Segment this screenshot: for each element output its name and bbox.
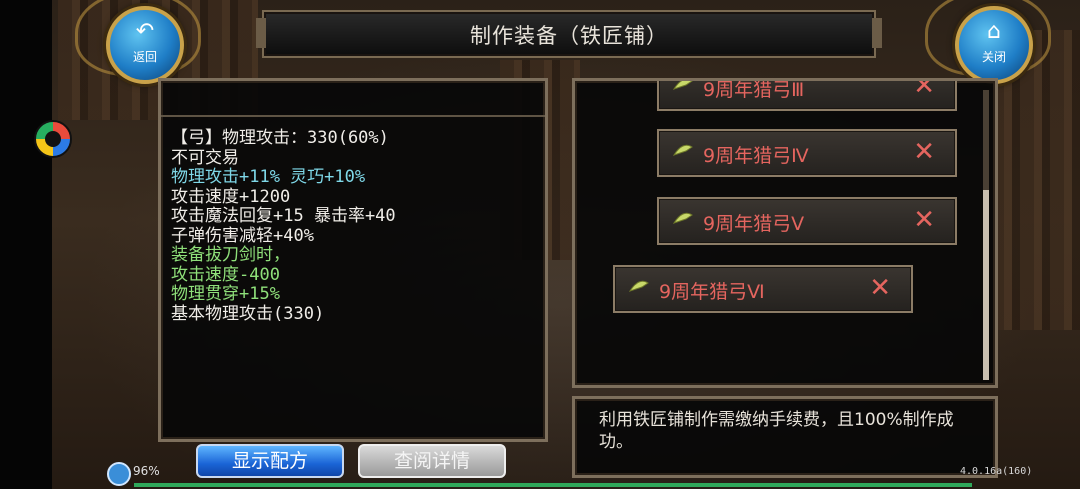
recipe-name: 9周年猎弓Ⅵ	[659, 281, 765, 303]
close-button[interactable]: ⌂ 关闭	[955, 6, 1033, 84]
page-title: 制作装备（铁匠铺）	[470, 24, 668, 48]
item-stats-panel: 【弓】物理攻击：330(60%) 不可交易 物理攻击+11% 灵巧+10% 攻击…	[158, 78, 548, 442]
item-stats-list: 【弓】物理攻击：330(60%) 不可交易 物理攻击+11% 灵巧+10% 攻击…	[171, 128, 396, 324]
item-stats-header	[161, 81, 545, 117]
overlay-app-icon[interactable]	[34, 120, 72, 158]
back-button[interactable]: ↶ 返回	[106, 6, 184, 84]
stat-line: 攻击速度-400	[171, 264, 280, 285]
stat-line: 装备拔刀剑时，	[171, 245, 290, 265]
battery-icon	[107, 462, 131, 486]
stat-line: 不可交易	[171, 147, 239, 168]
close-icon[interactable]: ✕	[913, 137, 935, 167]
bow-icon	[629, 280, 649, 292]
show-formula-button[interactable]: 显示配方	[196, 444, 344, 478]
description-text: 利用铁匠铺制作需缴纳手续费，且100%制作成功。	[599, 410, 954, 452]
close-button-label: 关闭	[981, 50, 1006, 64]
experience-bar	[134, 483, 972, 487]
recipe-item-selected[interactable]: 9周年猎弓Ⅵ ✕	[613, 265, 913, 313]
recipe-name: 9周年猎弓Ⅴ	[703, 213, 805, 235]
title-bar: 制作装备（铁匠铺）	[256, 10, 882, 58]
bow-icon	[673, 81, 693, 90]
close-icon[interactable]: ✕	[913, 81, 935, 101]
stat-line: 攻击魔法回复+15 暴击率+40	[171, 206, 396, 226]
battery-percent: 96%	[133, 464, 160, 478]
stat-line: 子弹伤害减轻+40%	[171, 225, 314, 246]
recipe-name: 9周年猎弓Ⅲ	[703, 79, 805, 101]
view-details-button[interactable]: 查阅详情	[358, 444, 506, 478]
screen-edge	[0, 0, 52, 489]
home-icon: ⌂	[987, 19, 1001, 44]
back-arrow-icon: ↶	[135, 19, 155, 44]
stat-line: 攻击速度+1200	[171, 186, 291, 207]
stat-line: 基本物理攻击(330)	[171, 303, 325, 324]
bow-icon	[673, 144, 693, 156]
close-icon[interactable]: ✕	[869, 273, 891, 303]
stat-line: 【弓】物理攻击：330(60%)	[171, 128, 389, 148]
stat-line: 物理攻击+11% 灵巧+10%	[171, 167, 366, 187]
recipe-item[interactable]: 9周年猎弓Ⅲ ✕	[657, 79, 957, 111]
description-panel: 利用铁匠铺制作需缴纳手续费，且100%制作成功。	[572, 396, 998, 478]
version-label: 4.0.16a(160)	[960, 466, 1033, 477]
recipe-list-panel[interactable]: 9周年猎弓Ⅲ ✕ 9周年猎弓Ⅳ ✕ 9周年猎弓Ⅴ ✕ 9周年猎弓Ⅵ ✕	[572, 78, 998, 388]
back-button-label: 返回	[132, 50, 157, 64]
recipe-item[interactable]: 9周年猎弓Ⅳ ✕	[657, 129, 957, 177]
close-icon[interactable]: ✕	[913, 205, 935, 235]
recipe-name: 9周年猎弓Ⅳ	[703, 145, 809, 167]
bow-icon	[673, 212, 693, 224]
stat-line: 物理贯穿+15%	[171, 284, 280, 304]
recipe-item[interactable]: 9周年猎弓Ⅴ ✕	[657, 197, 957, 245]
recipe-scrollbar-thumb[interactable]	[983, 190, 989, 380]
